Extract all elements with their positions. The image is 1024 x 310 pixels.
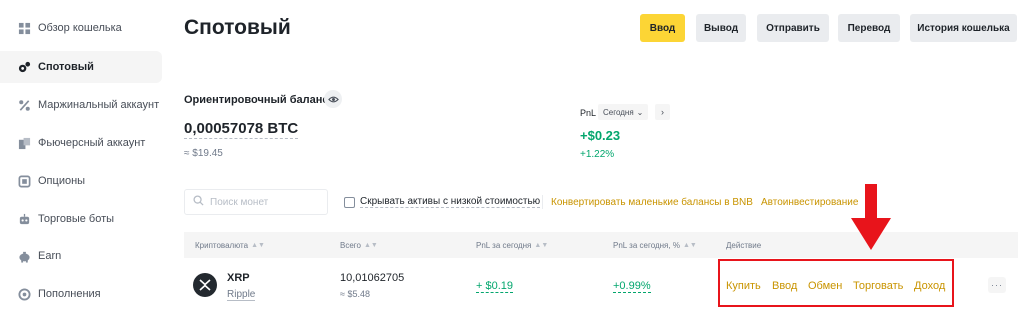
sidebar-item-spot[interactable]: Спотовый [0,51,162,83]
column-header-label: PnL за сегодня, % [613,241,680,250]
column-header-label: Криптовалюта [195,241,249,250]
sidebar-item-deposits[interactable]: Пополнения [0,278,162,310]
buy-button[interactable]: Купить [726,280,761,292]
sidebar-item-label: Спотовый [38,61,94,73]
row-pnl-today-pct: +0.99% [613,280,651,293]
sidebar-item-label: Опционы [38,175,86,187]
total-amount: 10,01062705 [340,272,405,284]
sidebar-item-label: Обзор кошелька [38,22,122,34]
sidebar-item-label: Пополнения [38,288,101,300]
hide-small-checkbox[interactable] [344,196,355,208]
auto-invest-link[interactable]: Автоинвестирование [761,197,858,208]
divider [542,195,543,209]
total-usd: ≈ $5.48 [340,289,370,299]
sidebar-item-futures[interactable]: Фьючерсный аккаунт [0,127,162,159]
column-header-pnl-today[interactable]: PnL за сегодня ▲▼ [476,241,548,250]
sidebar-item-label: Торговые боты [38,213,115,225]
coin-name-link[interactable]: Ripple [227,289,256,301]
balance-usd: ≈ $19.45 [184,148,223,159]
pnl-period-value: Сегодня [603,107,634,117]
sort-icon: ▲▼ [534,242,549,249]
trade-button[interactable]: Торговать [853,280,903,292]
options-icon [17,174,31,188]
more-options-button[interactable]: ··· [988,277,1006,293]
chevron-right-icon[interactable]: › [655,104,670,120]
piggy-bank-icon [17,249,31,263]
pnl-percent: +1.22% [580,149,615,160]
eye-icon[interactable] [324,90,342,108]
deposit-icon [17,287,31,301]
transfer-button[interactable]: Перевод [838,14,900,42]
hide-small-label: Скрывать активы с низкой стоимостью [360,196,541,208]
red-arrow-icon [851,184,891,250]
column-header-action: Действие [726,241,761,250]
grid-icon [17,21,31,35]
futures-icon [17,136,31,150]
percent-icon [17,98,31,112]
sidebar-item-earn[interactable]: Earn [0,240,162,272]
sort-icon: ▲▼ [682,242,697,249]
withdraw-button[interactable]: Вывод [696,14,746,42]
chevron-down-icon: ⌄ [636,107,644,117]
deposit-action-button[interactable]: Ввод [772,280,797,292]
sort-icon: ▲▼ [251,242,265,249]
sidebar-item-label: Маржинальный аккаунт [38,99,160,111]
search-icon [193,193,204,211]
deposit-button[interactable]: Ввод [640,14,685,42]
table-header [184,232,1018,258]
sidebar: Обзор кошелька Спотовый Маржинальный акк… [0,0,162,310]
sidebar-item-wallet-overview[interactable]: Обзор кошелька [0,12,162,44]
sidebar-item-options[interactable]: Опционы [0,165,162,197]
column-header-crypto[interactable]: Криптовалюта ▲▼ [195,241,265,250]
search-input[interactable] [210,196,320,208]
page-title: Спотовый [184,16,291,39]
column-header-label: Действие [726,241,762,250]
balance-label: Ориентировочный баланс [184,94,329,106]
xrp-icon [193,273,217,297]
sidebar-item-label: Фьючерсный аккаунт [38,137,146,149]
convert-small-balances-link[interactable]: Конвертировать маленькие балансы в BNB [551,197,753,208]
sidebar-item-margin[interactable]: Маржинальный аккаунт [0,89,162,121]
income-button[interactable]: Доход [914,280,945,292]
sidebar-item-label: Earn [38,250,62,262]
balance-value: 0,00057078 BTC [184,120,299,139]
sort-icon: ▲▼ [363,242,378,249]
send-button[interactable]: Отправить [757,14,829,42]
column-header-total[interactable]: Всего ▲▼ [340,241,378,250]
hide-small-assets-toggle[interactable]: Скрывать активы с низкой стоимостью [344,196,541,208]
wallet-history-button[interactable]: История кошелька [910,14,1017,42]
spot-icon [17,60,31,74]
pnl-period-select[interactable]: Сегодня ⌄ [598,104,649,120]
bot-icon [17,212,31,226]
pnl-label: PnL [580,108,597,118]
coin-symbol: XRP [227,272,250,284]
exchange-button[interactable]: Обмен [808,280,842,292]
column-header-pnl-today-pct[interactable]: PnL за сегодня, % ▲▼ [613,241,697,250]
row-pnl-today: + $0.19 [476,280,514,293]
sidebar-item-trading-bots[interactable]: Торговые боты [0,203,162,235]
column-header-label: Всего [340,241,361,250]
pnl-value: +$0.23 [580,128,621,143]
column-header-label: PnL за сегодня [476,241,532,250]
search-box[interactable] [184,189,328,215]
